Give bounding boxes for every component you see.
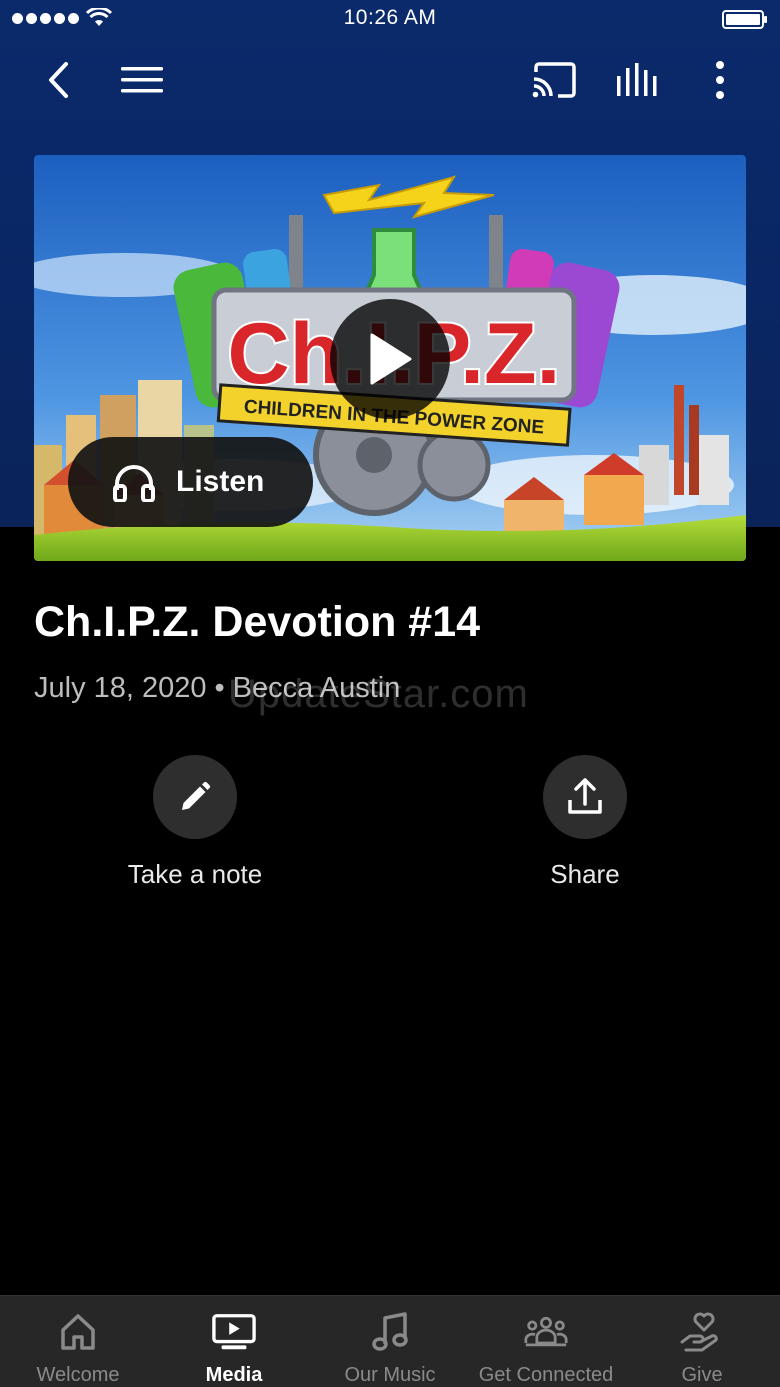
hamburger-menu-icon	[121, 67, 163, 93]
tab-our-music-label: Our Music	[344, 1364, 436, 1386]
home-icon	[61, 1314, 95, 1350]
cast-icon	[532, 62, 576, 98]
tab-get-connected-label: Get Connected	[478, 1364, 614, 1386]
tv-play-icon	[212, 1314, 256, 1350]
equalizer-icon	[617, 63, 657, 96]
chevron-left-icon	[49, 62, 68, 98]
back-button[interactable]	[30, 52, 86, 108]
headphones-icon	[113, 465, 155, 502]
heart-hand-icon	[680, 1312, 718, 1352]
status-bar: 10:26 AM	[0, 0, 780, 40]
music-note-icon	[372, 1312, 408, 1351]
more-options-button[interactable]	[692, 52, 748, 108]
tab-media-label: Media	[205, 1364, 263, 1386]
tab-give-label: Give	[681, 1364, 723, 1386]
top-nav-bar	[0, 52, 780, 108]
share-action[interactable]: Share	[475, 755, 695, 890]
share-button[interactable]	[543, 755, 627, 839]
cast-button[interactable]	[526, 52, 582, 108]
tab-welcome-label: Welcome	[36, 1364, 120, 1386]
listen-label: Listen	[176, 465, 265, 498]
tab-media[interactable]: Media	[156, 1296, 312, 1387]
take-note-label: Take a note	[127, 859, 263, 889]
tab-our-music[interactable]: Our Music	[312, 1296, 468, 1387]
status-time: 10:26 AM	[343, 6, 437, 29]
tab-welcome[interactable]: Welcome	[0, 1296, 156, 1387]
share-label: Share	[550, 859, 620, 889]
pencil-icon	[182, 781, 211, 810]
share-icon	[568, 778, 602, 814]
media-title: Ch.I.P.Z. Devotion #14	[34, 598, 481, 646]
bottom-tab-bar: Welcome Media Our Music Get Connected Gi…	[0, 1295, 780, 1387]
listen-button[interactable]: Listen	[68, 437, 313, 527]
tab-give[interactable]: Give	[624, 1296, 780, 1387]
take-note-action[interactable]: Take a note	[85, 755, 305, 890]
meta-separator: •	[214, 672, 225, 704]
watermark-text: UpdateStar.com	[228, 672, 529, 716]
play-icon	[370, 333, 412, 385]
play-button[interactable]	[330, 299, 450, 419]
media-artwork[interactable]: Ch.I.P.Z. CHILDREN IN THE POWER ZONE Lis…	[34, 155, 746, 561]
more-vertical-icon	[716, 61, 724, 99]
take-note-button[interactable]	[153, 755, 237, 839]
people-icon	[524, 1316, 568, 1347]
media-date: July 18, 2020	[34, 672, 207, 704]
audio-levels-button[interactable]	[609, 52, 665, 108]
tab-get-connected[interactable]: Get Connected	[468, 1296, 624, 1387]
menu-button[interactable]	[114, 52, 170, 108]
battery-icon	[722, 10, 767, 29]
